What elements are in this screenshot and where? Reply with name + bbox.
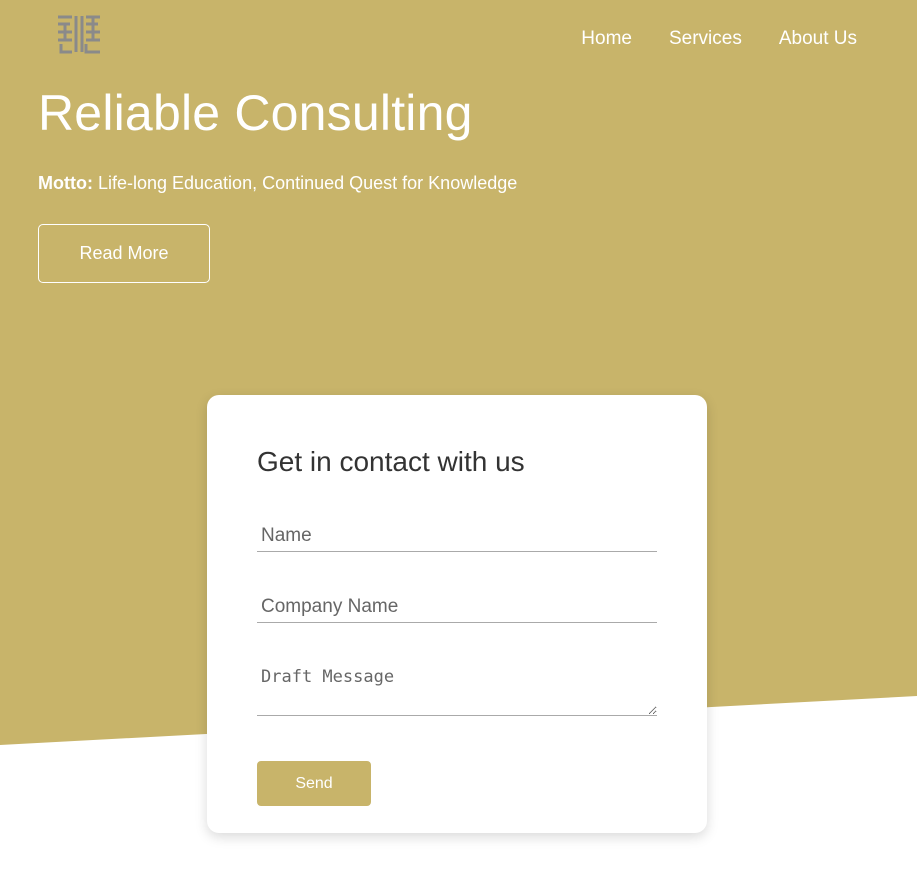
hero-title: Reliable Consulting — [38, 85, 473, 141]
chinese-character-logo-icon[interactable] — [56, 14, 102, 54]
nav-services-link[interactable]: Services — [669, 28, 742, 50]
contact-card: Get in contact with us Send — [207, 395, 707, 833]
nav-home-link[interactable]: Home — [581, 28, 632, 50]
name-input[interactable] — [257, 521, 657, 552]
contact-title: Get in contact with us — [257, 446, 525, 477]
main-navigation: Home Services About Us — [581, 28, 857, 50]
motto-text: Life-long Education, Continued Quest for… — [92, 173, 518, 193]
company-name-input[interactable] — [257, 592, 657, 623]
motto: Motto: Life-long Education, Continued Qu… — [38, 173, 517, 194]
motto-label: Motto: — [38, 173, 93, 193]
read-more-button[interactable]: Read More — [38, 224, 210, 283]
nav-about-link[interactable]: About Us — [779, 28, 857, 50]
send-button[interactable]: Send — [257, 761, 371, 806]
message-textarea[interactable] — [257, 665, 657, 716]
